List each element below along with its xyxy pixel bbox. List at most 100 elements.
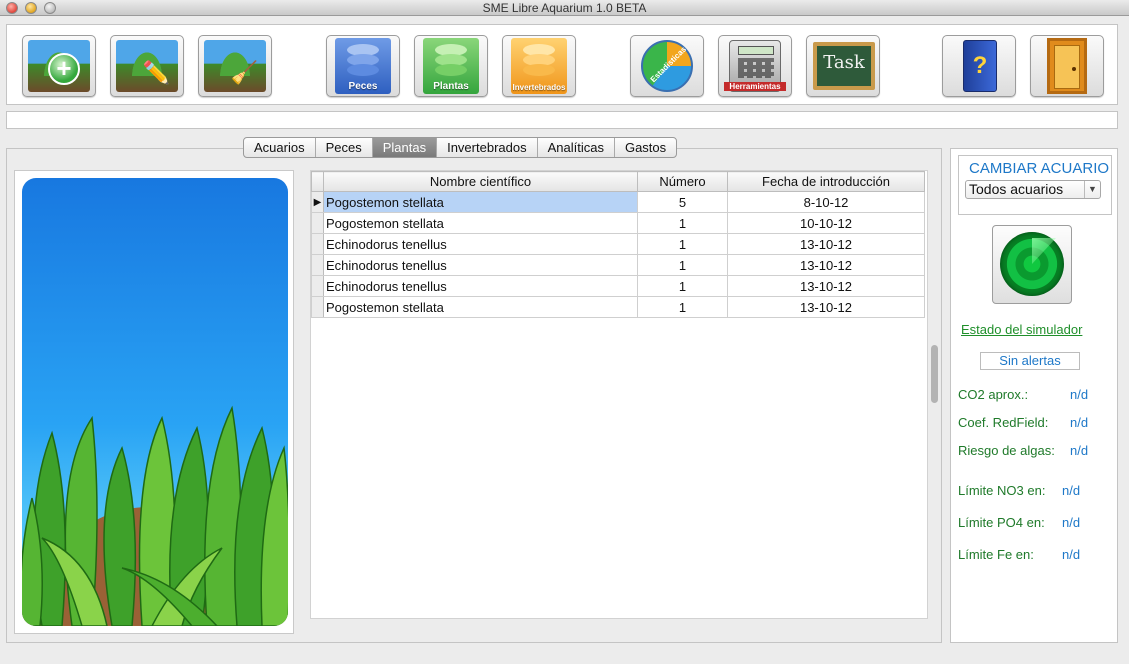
door-exit-icon xyxy=(1047,38,1087,94)
aquarium-clean-icon: 🧹 xyxy=(204,40,266,92)
peces-label: Peces xyxy=(348,81,378,92)
toolbar: + ✏️ 🧹 Peces Plantas Invertebrados Estad… xyxy=(6,24,1118,105)
table-scrollbar[interactable] xyxy=(931,345,938,403)
cell-num[interactable]: 5 xyxy=(637,191,728,213)
table-row[interactable]: Pogostemon stellata 1 10-10-12 xyxy=(311,212,925,234)
stat-value: n/d xyxy=(1070,443,1089,458)
cell-name[interactable]: Pogostemon stellata xyxy=(323,191,638,213)
table-row[interactable]: Echinodorus tenellus 1 13-10-12 xyxy=(311,275,925,297)
row-marker xyxy=(311,296,324,318)
plant-leaves-image xyxy=(22,405,288,626)
cell-date[interactable]: 10-10-12 xyxy=(727,212,925,234)
pie-chart-icon: Estadisticas xyxy=(641,40,693,92)
edit-aquarium-button[interactable]: ✏️ xyxy=(110,35,184,97)
cell-name[interactable]: Echinodorus tenellus xyxy=(323,275,638,297)
stat-label: Límite Fe en: xyxy=(958,547,1034,562)
tab-analiticas[interactable]: Analíticas xyxy=(538,138,615,157)
cambiar-acuario-title: CAMBIAR ACUARIO xyxy=(969,160,1110,177)
title-bar: SME Libre Aquarium 1.0 BETA xyxy=(0,0,1129,16)
estadisticas-label: Estadisticas xyxy=(648,44,689,85)
stat-value: n/d xyxy=(1062,483,1081,498)
cell-date[interactable]: 13-10-12 xyxy=(727,296,925,318)
table-row[interactable]: Echinodorus tenellus 1 13-10-12 xyxy=(311,254,925,276)
cell-num[interactable]: 1 xyxy=(637,212,728,234)
tab-invertebrados[interactable]: Invertebrados xyxy=(437,138,538,157)
row-pointer-icon: ▶ xyxy=(311,191,324,213)
stat-no3: Límite NO3 en: n/d xyxy=(958,483,1080,498)
stat-co2: CO2 aprox.: n/d xyxy=(958,387,1088,402)
plantas-label: Plantas xyxy=(433,81,469,92)
calculator-icon: Herramientas xyxy=(724,40,786,92)
table-row[interactable]: Pogostemon stellata 1 13-10-12 xyxy=(311,296,925,318)
aquarium-edit-icon: ✏️ xyxy=(116,40,178,92)
row-marker xyxy=(311,254,324,276)
cell-name[interactable]: Pogostemon stellata xyxy=(323,296,638,318)
chevron-down-icon: ▼ xyxy=(1084,181,1100,198)
cell-name[interactable]: Echinodorus tenellus xyxy=(323,233,638,255)
database-icon: Invertebrados xyxy=(511,38,567,94)
task-label: Task xyxy=(823,52,865,73)
cell-date[interactable]: 8-10-12 xyxy=(727,191,925,213)
plants-illustration xyxy=(22,178,288,626)
database-icon: Peces xyxy=(335,38,391,94)
radar-icon xyxy=(1000,232,1064,296)
chalkboard-icon: Task xyxy=(813,42,875,90)
cell-date[interactable]: 13-10-12 xyxy=(727,233,925,255)
cell-num[interactable]: 1 xyxy=(637,296,728,318)
invertebrados-button[interactable]: Invertebrados xyxy=(502,35,576,97)
column-header-nombre[interactable]: Nombre científico xyxy=(323,171,638,192)
table-row[interactable]: ▶ Pogostemon stellata 5 8-10-12 xyxy=(311,191,925,213)
invertebrados-label: Invertebrados xyxy=(512,83,566,92)
stat-redfield: Coef. RedField: n/d xyxy=(958,415,1088,430)
stat-value: n/d xyxy=(1062,515,1081,530)
task-button[interactable]: Task xyxy=(806,35,880,97)
aquarium-select[interactable]: Todos acuarios ▼ xyxy=(965,180,1101,199)
row-marker-header xyxy=(311,171,324,192)
aquarium-add-icon: + xyxy=(28,40,90,92)
tab-plantas[interactable]: Plantas xyxy=(372,138,438,157)
row-marker xyxy=(311,212,324,234)
plants-table-area: Nombre científico Número Fecha de introd… xyxy=(310,170,928,619)
status-strip xyxy=(6,111,1118,129)
cell-name[interactable]: Pogostemon stellata xyxy=(323,212,638,234)
stat-label: Límite NO3 en: xyxy=(958,483,1046,498)
cell-name[interactable]: Echinodorus tenellus xyxy=(323,254,638,276)
plants-table: Nombre científico Número Fecha de introd… xyxy=(311,171,925,318)
estado-simulador-link[interactable]: Estado del simulador xyxy=(961,322,1082,337)
cell-date[interactable]: 13-10-12 xyxy=(727,275,925,297)
plantas-button[interactable]: Plantas xyxy=(414,35,488,97)
section-tabs: Acuarios Peces Plantas Invertebrados Ana… xyxy=(243,137,678,158)
table-row[interactable]: Echinodorus tenellus 1 13-10-12 xyxy=(311,233,925,255)
cell-num[interactable]: 1 xyxy=(637,275,728,297)
tab-acuarios[interactable]: Acuarios xyxy=(244,138,316,157)
help-button[interactable]: ? xyxy=(942,35,1016,97)
stat-label: Riesgo de algas: xyxy=(958,443,1055,458)
stat-value: n/d xyxy=(1062,547,1081,562)
estadisticas-button[interactable]: Estadisticas xyxy=(630,35,704,97)
herramientas-button[interactable]: Herramientas xyxy=(718,35,792,97)
stat-label: Coef. RedField: xyxy=(958,415,1049,430)
cell-num[interactable]: 1 xyxy=(637,254,728,276)
row-marker xyxy=(311,275,324,297)
stat-label: CO2 aprox.: xyxy=(958,387,1029,402)
simulator-button[interactable] xyxy=(992,225,1072,304)
herramientas-label: Herramientas xyxy=(724,82,786,91)
clean-aquarium-button[interactable]: 🧹 xyxy=(198,35,272,97)
window-title: SME Libre Aquarium 1.0 BETA xyxy=(482,1,647,15)
column-header-fecha[interactable]: Fecha de introducción xyxy=(727,171,925,192)
column-header-numero[interactable]: Número xyxy=(637,171,728,192)
cell-date[interactable]: 13-10-12 xyxy=(727,254,925,276)
add-aquarium-button[interactable]: + xyxy=(22,35,96,97)
cell-num[interactable]: 1 xyxy=(637,233,728,255)
stat-value: n/d xyxy=(1070,415,1089,430)
aquarium-select-value: Todos acuarios xyxy=(969,181,1064,197)
exit-button[interactable] xyxy=(1030,35,1104,97)
help-book-icon: ? xyxy=(963,40,997,92)
alerts-button[interactable]: Sin alertas xyxy=(980,352,1080,370)
database-icon: Plantas xyxy=(423,38,479,94)
help-label: ? xyxy=(972,52,988,79)
peces-button[interactable]: Peces xyxy=(326,35,400,97)
tab-gastos[interactable]: Gastos xyxy=(615,138,676,157)
tab-peces[interactable]: Peces xyxy=(316,138,373,157)
stat-algas: Riesgo de algas: n/d xyxy=(958,443,1088,458)
